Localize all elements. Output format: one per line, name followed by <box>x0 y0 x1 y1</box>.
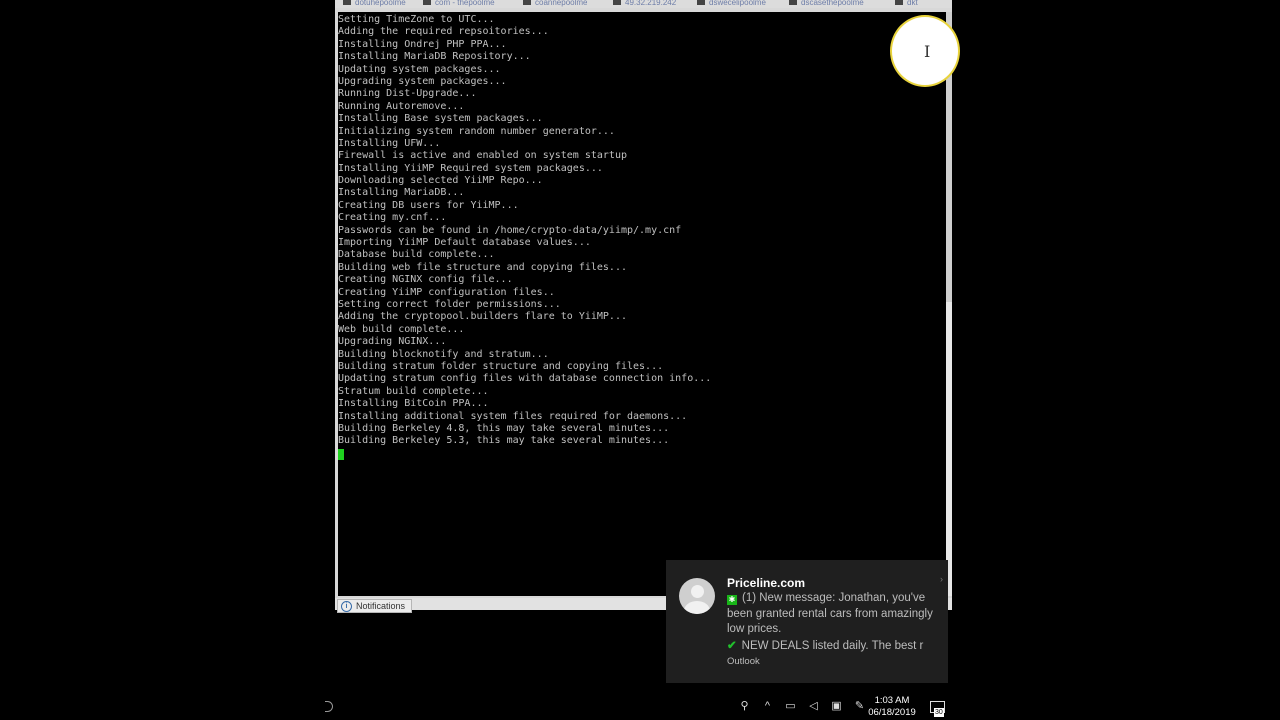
notification-count-badge: 30 <box>934 708 944 717</box>
terminal-cursor <box>338 448 344 460</box>
tab-1[interactable]: com - thepoolme <box>423 0 495 8</box>
toast-source: Outlook <box>727 656 760 667</box>
terminal-line: Running Dist-Upgrade... <box>338 88 477 100</box>
terminal-line: Building blocknotify and stratum... <box>338 348 549 360</box>
terminal-line: Passwords can be found in /home/crypto-d… <box>338 224 682 236</box>
clock-time: 1:03 AM <box>874 695 910 706</box>
terminal-line: Database build complete... <box>338 249 495 261</box>
terminal-line: Initializing system random number genera… <box>338 125 615 137</box>
terminal-tab-icon <box>789 0 797 5</box>
tab-6[interactable]: dkt <box>895 0 918 8</box>
checkmark-icon: ✔ <box>727 640 737 652</box>
terminal-line: Upgrading NGINX... <box>338 336 447 348</box>
terminal-line: Setting correct folder permissions... <box>338 298 561 310</box>
tab-4[interactable]: dswecelipoolme <box>697 0 766 8</box>
terminal-line: Stratum build complete... <box>338 385 489 397</box>
terminal-line: Downloading selected YiiMP Repo... <box>338 175 543 187</box>
terminal-window: Setting TimeZone to UTC... Adding the req… <box>335 8 952 613</box>
terminal-tab-icon <box>343 0 351 5</box>
terminal-line: Setting TimeZone to UTC... <box>338 14 495 25</box>
taskbar-edge-icon <box>325 701 333 712</box>
tab-strip: dotuhepoolme com - thepoolme coannepoolme 4… <box>335 0 952 8</box>
terminal-scrollbar[interactable] <box>946 12 952 596</box>
terminal-tab-icon <box>895 0 903 5</box>
terminal-line: Creating DB users for YiiMP... <box>338 199 519 211</box>
terminal-line: Installing YiiMP Required system package… <box>338 162 603 174</box>
terminal-line: Running Autoremove... <box>338 100 465 112</box>
terminal-line: Adding the cryptopool.builders flare to … <box>338 311 627 323</box>
terminal-output: Setting TimeZone to UTC... Adding the req… <box>338 12 946 448</box>
terminal-line: Upgrading system packages... <box>338 75 507 87</box>
message-badge-icon: ✱ <box>727 595 737 605</box>
terminal-line: Installing UFW... <box>338 137 441 149</box>
terminal-line: Installing BitCoin PPA... <box>338 398 489 410</box>
terminal-line: Updating stratum config files with datab… <box>338 373 712 385</box>
terminal-tab-icon <box>423 0 431 5</box>
toast-message: ✱ (1) New message: Jonathan, you've been … <box>727 592 933 635</box>
terminal-line: Firewall is active and enabled on system… <box>338 150 627 162</box>
notification-toast[interactable]: Priceline.com ✱ (1) New message: Jonathan… <box>666 560 948 683</box>
network-icon[interactable]: ▣ <box>830 699 843 712</box>
terminal-line: Building Berkeley 4.8, this may take sev… <box>338 422 670 434</box>
terminal-tab-icon <box>523 0 531 5</box>
speaker-icon[interactable]: ◁ <box>807 699 820 712</box>
clock[interactable]: 1:03 AM 06/18/2019 <box>862 695 922 719</box>
terminal-line: Web build complete... <box>338 323 465 335</box>
terminal-screen[interactable]: Setting TimeZone to UTC... Adding the req… <box>338 12 946 596</box>
terminal-line: Updating system packages... <box>338 63 501 75</box>
notifications-button[interactable]: i Notifications <box>337 599 413 613</box>
battery-icon[interactable]: ▭ <box>784 699 797 712</box>
terminal-line: Installing Ondrej PHP PPA... <box>338 38 507 50</box>
tab-5[interactable]: dscasethepoolme <box>789 0 864 8</box>
terminal-line: Building Berkeley 5.3, this may take sev… <box>338 435 670 447</box>
terminal-line: Adding the required repsoitories... <box>338 26 549 38</box>
terminal-line: Installing MariaDB Repository... <box>338 51 531 63</box>
clock-date: 06/18/2019 <box>868 707 916 718</box>
people-icon[interactable]: ⚲ <box>738 699 751 712</box>
terminal-line: Creating YiiMP configuration files.. <box>338 286 555 298</box>
scrollbar-thumb[interactable] <box>946 302 952 596</box>
close-icon[interactable]: › <box>940 574 946 584</box>
terminal-line: Building stratum folder structure and co… <box>338 360 664 372</box>
terminal-line: Installing additional system files requi… <box>338 410 688 422</box>
text-cursor-icon: I <box>924 42 931 61</box>
terminal-line: Installing MariaDB... <box>338 187 465 199</box>
terminal-line: Creating NGINX config file... <box>338 274 513 286</box>
terminal-line: Importing YiiMP Default database values.… <box>338 237 591 249</box>
avatar <box>679 578 715 614</box>
chevron-up-icon[interactable]: ^ <box>761 700 774 712</box>
terminal-tab-icon <box>697 0 705 5</box>
tab-2[interactable]: coannepoolme <box>523 0 587 8</box>
tab-0[interactable]: dotuhepoolme <box>343 0 406 8</box>
terminal-line: Building web file structure and copying … <box>338 261 627 273</box>
terminal-tab-icon <box>613 0 621 5</box>
tab-3[interactable]: 49.32.219.242 <box>613 0 676 8</box>
toast-message-line2: ✔ NEW DEALS listed daily. The best r <box>727 640 924 652</box>
taskbar: ⚲ ^ ▭ ◁ ▣ ✎ 1:03 AM 06/18/2019 30 <box>0 692 1280 720</box>
terminal-line: Creating my.cnf... <box>338 212 447 224</box>
system-tray: ⚲ ^ ▭ ◁ ▣ ✎ <box>738 699 866 713</box>
notifications-label: Notifications <box>356 601 406 611</box>
toast-app-name: Priceline.com <box>727 576 806 590</box>
terminal-line: Installing Base system packages... <box>338 113 543 125</box>
info-icon: i <box>341 600 352 612</box>
